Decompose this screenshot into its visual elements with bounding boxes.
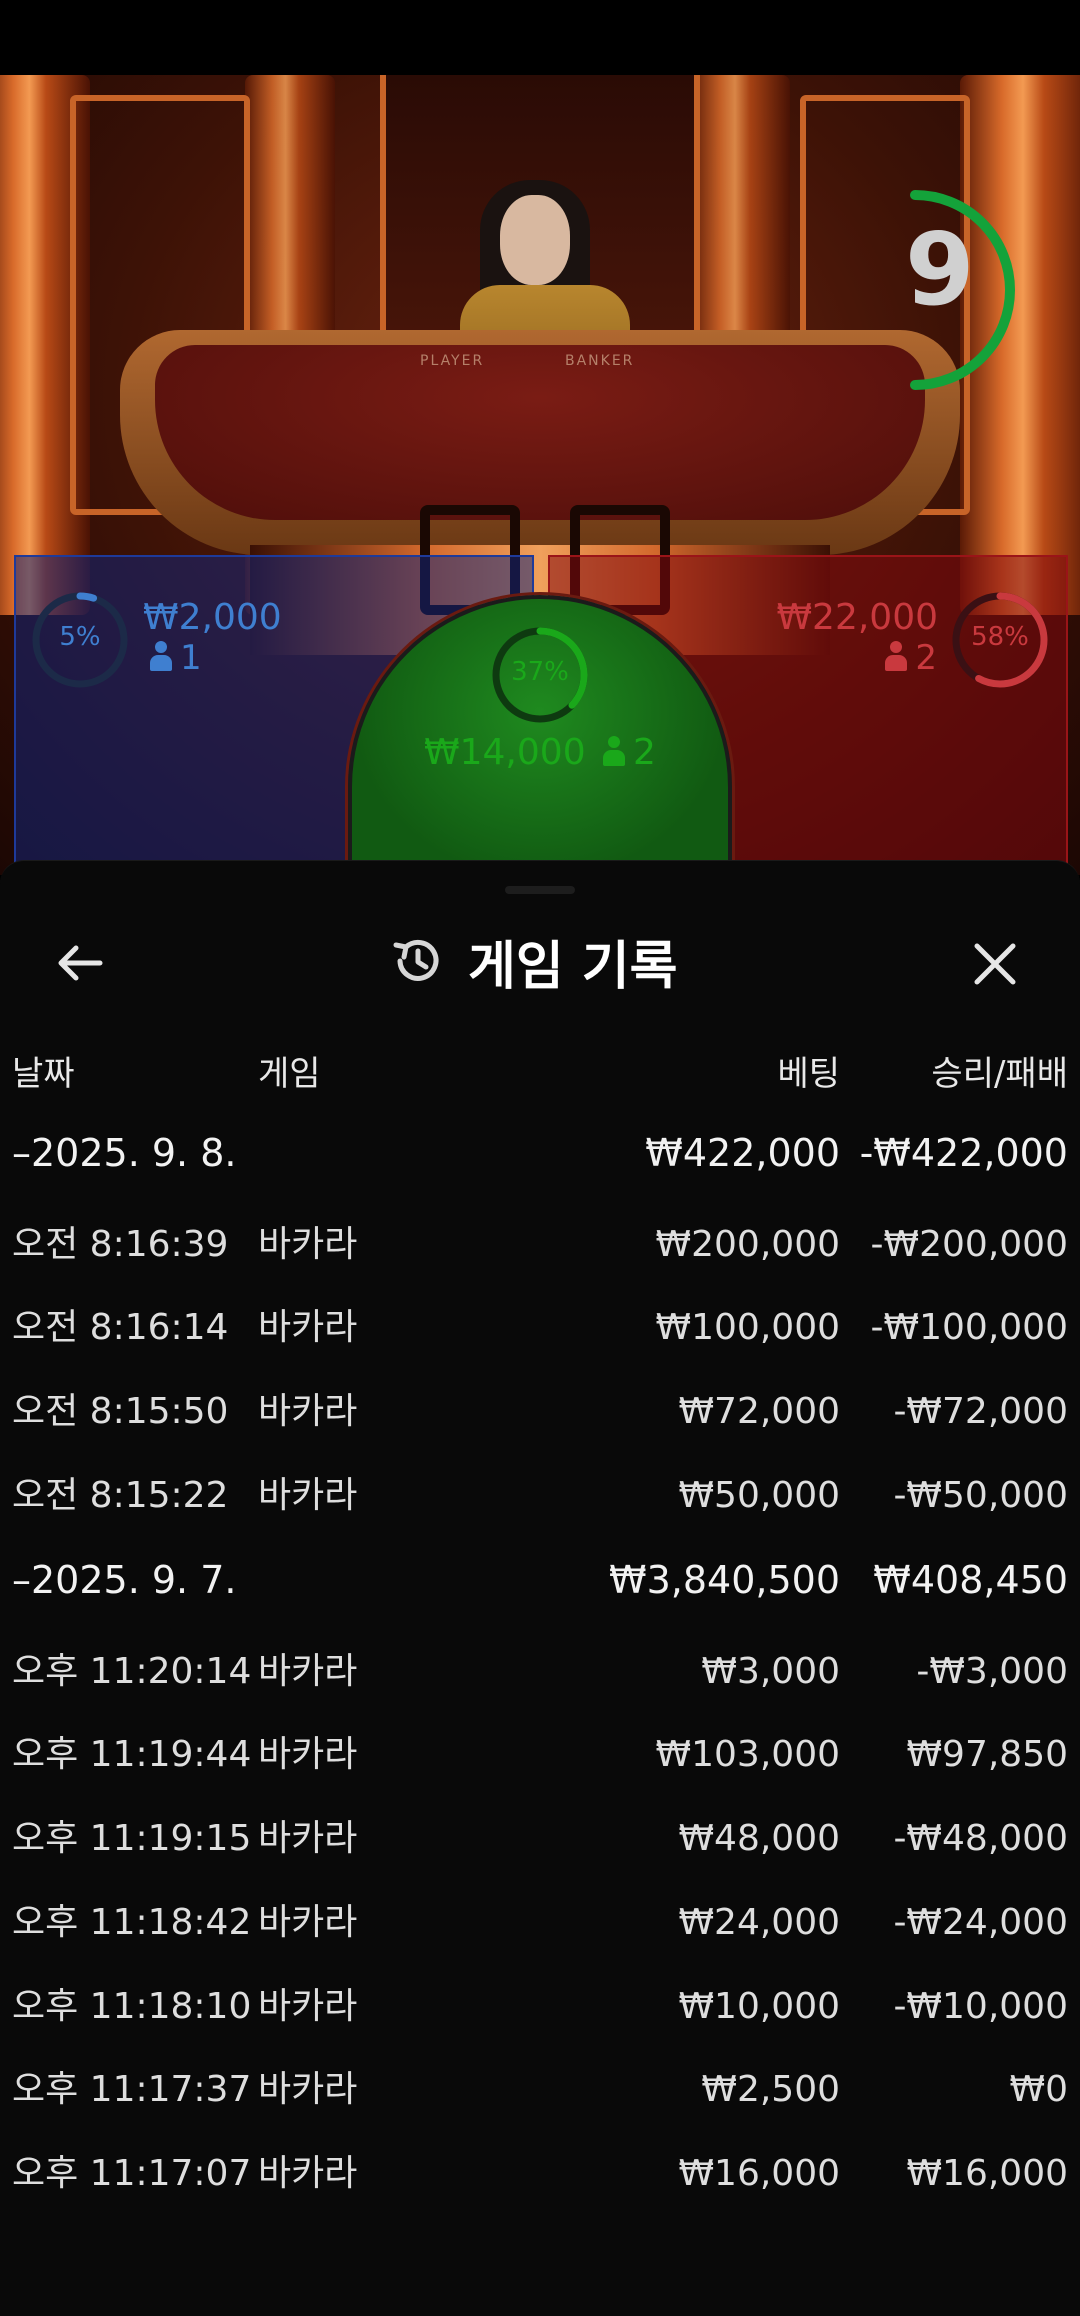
row-bet: ₩100,000 xyxy=(655,1307,840,1348)
row-bet: ₩50,000 xyxy=(678,1475,840,1516)
row-time: 오후 11:19:44 xyxy=(12,1734,252,1775)
person-icon xyxy=(885,641,908,671)
close-icon xyxy=(974,943,1016,985)
sheet-header: 게임 기록 xyxy=(0,921,1080,1001)
tie-players-value: 2 xyxy=(633,732,656,773)
sheet-title-group: 게임 기록 xyxy=(390,921,677,1001)
row-result: -₩100,000 xyxy=(870,1307,1068,1348)
row-result: -₩24,000 xyxy=(893,1902,1068,1943)
row-time: 오후 11:18:10 xyxy=(12,1986,252,2027)
row-time: 오후 11:20:14 xyxy=(12,1651,252,1692)
table-player-label: PLAYER xyxy=(420,353,485,369)
row-game: 바카라 xyxy=(258,1818,358,1859)
row-time: 오후 11:17:37 xyxy=(12,2069,252,2110)
row-result: ₩0 xyxy=(1009,2069,1069,2110)
row-result: ₩16,000 xyxy=(906,2153,1068,2194)
group-bet-total: ₩3,840,500 xyxy=(609,1558,840,1602)
history-row: 오후 11:19:15 바카라 ₩48,000 -₩48,000 xyxy=(0,1797,1080,1881)
row-time: 오후 11:17:07 xyxy=(12,2153,252,2194)
history-row: 오후 11:18:42 바카라 ₩24,000 -₩24,000 xyxy=(0,1881,1080,1965)
column-header-result: 승리/패배 xyxy=(931,1054,1068,1094)
row-time: 오전 8:15:50 xyxy=(12,1391,229,1432)
row-game: 바카라 xyxy=(258,2069,358,2110)
player-players-value: 1 xyxy=(180,638,202,678)
history-icon xyxy=(393,939,439,981)
row-result: -₩72,000 xyxy=(893,1391,1068,1432)
row-bet: ₩3,000 xyxy=(701,1651,840,1692)
row-game: 바카라 xyxy=(258,1902,358,1943)
group-result-total: -₩422,000 xyxy=(859,1131,1068,1175)
tie-bet-amount: ₩14,000 xyxy=(424,732,586,773)
row-game: 바카라 xyxy=(258,1391,358,1432)
row-bet: ₩24,000 xyxy=(678,1902,840,1943)
row-time: 오전 8:15:22 xyxy=(12,1475,229,1516)
row-result: -₩10,000 xyxy=(893,1986,1068,2027)
column-header-game: 게임 xyxy=(258,1054,321,1094)
history-row: 오후 11:20:14 바카라 ₩3,000 -₩3,000 xyxy=(0,1630,1080,1714)
banker-players-value: 2 xyxy=(915,638,937,678)
tie-percent: 37% xyxy=(511,657,569,687)
row-bet: ₩72,000 xyxy=(678,1391,840,1432)
row-game: 바카라 xyxy=(258,1475,358,1516)
row-time: 오전 8:16:39 xyxy=(12,1224,229,1265)
history-row: 오후 11:18:10 바카라 ₩10,000 -₩10,000 xyxy=(0,1965,1080,2049)
player-bet-amount: ₩2,000 xyxy=(143,597,282,638)
row-result: -₩50,000 xyxy=(893,1475,1068,1516)
person-icon xyxy=(150,641,172,671)
row-game: 바카라 xyxy=(258,1651,358,1692)
history-row: 오후 11:19:44 바카라 ₩103,000 ₩97,850 xyxy=(0,1713,1080,1797)
history-row: 오후 11:17:07 바카라 ₩16,000 ₩16,000 xyxy=(0,2132,1080,2216)
close-button[interactable] xyxy=(960,929,1030,999)
countdown-number: 9 xyxy=(905,211,975,328)
history-row: 오전 8:15:50 바카라 ₩72,000 -₩72,000 xyxy=(0,1370,1080,1454)
tie-stats-line: ₩14,000 2 xyxy=(0,732,1080,773)
group-bet-total: ₩422,000 xyxy=(645,1131,840,1175)
row-bet: ₩103,000 xyxy=(655,1734,840,1775)
table-banker-label: BANKER xyxy=(565,353,635,369)
row-game: 바카라 xyxy=(258,1986,358,2027)
row-bet: ₩10,000 xyxy=(678,1986,840,2027)
row-bet: ₩48,000 xyxy=(678,1818,840,1859)
row-bet: ₩200,000 xyxy=(655,1224,840,1265)
history-row: 오후 11:17:37 바카라 ₩2,500 ₩0 xyxy=(0,2048,1080,2132)
row-time: 오후 11:18:42 xyxy=(12,1902,252,1943)
banker-bet-amount: ₩22,000 xyxy=(776,597,938,638)
row-result: -₩200,000 xyxy=(870,1224,1068,1265)
row-bet: ₩2,500 xyxy=(701,2069,840,2110)
row-game: 바카라 xyxy=(258,2153,358,2194)
history-row: 오전 8:15:22 바카라 ₩50,000 -₩50,000 xyxy=(0,1454,1080,1538)
column-header-date: 날짜 xyxy=(12,1054,75,1094)
group-date: –2025. 9. 7. xyxy=(12,1558,237,1602)
date-group-row[interactable]: –2025. 9. 8. ₩422,000 -₩422,000 xyxy=(0,1111,1080,1195)
baccarat-table-felt xyxy=(155,345,925,520)
countdown-timer: 9 xyxy=(905,190,1040,390)
row-bet: ₩16,000 xyxy=(678,2153,840,2194)
person-icon xyxy=(603,736,626,766)
row-game: 바카라 xyxy=(258,1224,358,1265)
group-date: –2025. 9. 8. xyxy=(12,1131,237,1175)
history-row: 오전 8:16:39 바카라 ₩200,000 -₩200,000 xyxy=(0,1203,1080,1287)
banker-percent: 58% xyxy=(971,622,1029,652)
row-time: 오전 8:16:14 xyxy=(12,1307,229,1348)
row-result: -₩48,000 xyxy=(893,1818,1068,1859)
dealer-face xyxy=(500,195,570,285)
row-game: 바카라 xyxy=(258,1307,358,1348)
row-result: -₩3,000 xyxy=(916,1651,1068,1692)
row-game: 바카라 xyxy=(258,1734,358,1775)
game-history-sheet: 게임 기록 날짜 게임 베팅 승리/패배 –2025. 9. 8. ₩422,00… xyxy=(0,860,1080,2316)
date-group-row[interactable]: –2025. 9. 7. ₩3,840,500 ₩408,450 xyxy=(0,1538,1080,1622)
back-button[interactable] xyxy=(45,933,115,993)
player-players-count: 1 xyxy=(150,638,202,678)
player-percent: 5% xyxy=(59,622,101,652)
row-time: 오후 11:19:15 xyxy=(12,1818,252,1859)
column-header-bet: 베팅 xyxy=(777,1054,840,1094)
history-row: 오전 8:16:14 바카라 ₩100,000 -₩100,000 xyxy=(0,1286,1080,1370)
sheet-drag-handle[interactable] xyxy=(505,886,575,894)
row-result: ₩97,850 xyxy=(906,1734,1068,1775)
group-result-total: ₩408,450 xyxy=(873,1558,1068,1602)
arrow-left-icon xyxy=(58,945,103,981)
banker-players-count: 2 xyxy=(885,638,937,678)
sheet-title: 게임 기록 xyxy=(468,936,678,997)
